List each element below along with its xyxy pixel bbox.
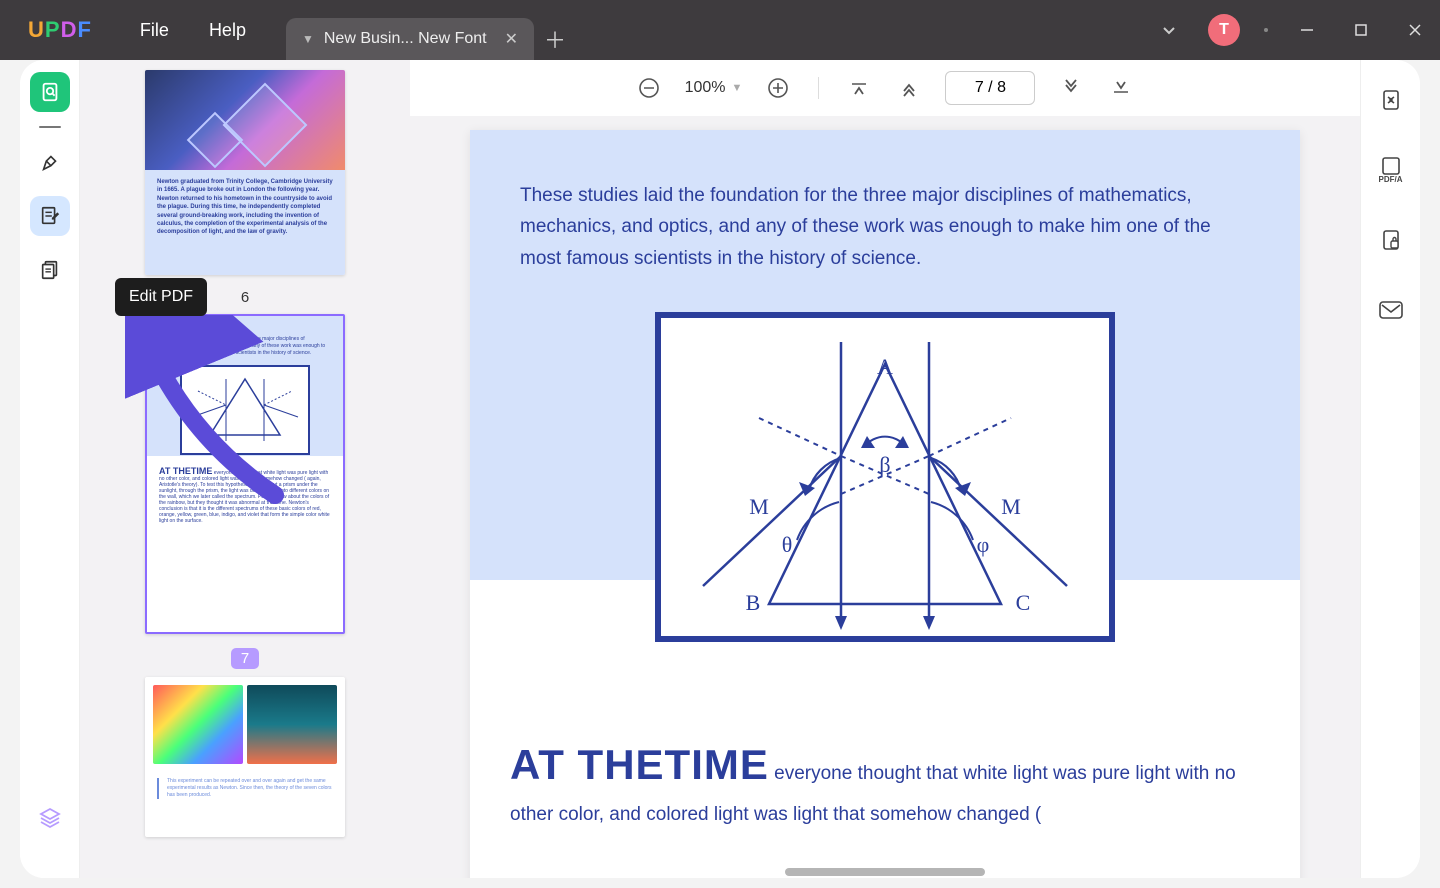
titlebar-right: T (1154, 14, 1430, 46)
diagram-label-c: C (1016, 590, 1031, 615)
zoom-dropdown-icon[interactable]: ▼ (732, 82, 743, 94)
next-page-button[interactable] (1057, 74, 1085, 102)
prism-diagram: A B C M M β θ φ (655, 312, 1115, 642)
menu-file[interactable]: File (140, 20, 169, 41)
titlebar: UPDF File Help ▼ New Busin... New Font ✕… (0, 0, 1440, 60)
left-toolbar (20, 60, 80, 878)
tab-close-icon[interactable]: ✕ (505, 29, 518, 49)
maximize-button[interactable] (1346, 15, 1376, 45)
page-indicator[interactable]: 7 / 8 (945, 71, 1035, 105)
rail-divider (39, 126, 61, 128)
last-page-button[interactable] (1107, 74, 1135, 102)
thumbnail-page-6[interactable]: Newton graduated from Trinity College, C… (145, 70, 345, 275)
horizontal-scrollbar[interactable] (785, 868, 985, 876)
zoom-in-button[interactable] (764, 74, 792, 102)
edit-pdf-button[interactable] (30, 196, 70, 236)
new-tab-button[interactable]: ＋ (534, 18, 576, 60)
convert-button[interactable] (1371, 80, 1411, 120)
right-toolbar: PDF/A (1360, 60, 1420, 878)
pdfa-button[interactable]: PDF/A (1371, 150, 1411, 190)
callout-arrow-icon (125, 315, 295, 515)
heading-at-thetime: AT THETIME (510, 741, 769, 788)
more-icon[interactable] (1264, 28, 1268, 32)
toolbar-divider (818, 77, 819, 99)
highlighter-button[interactable] (30, 142, 70, 182)
page-blue-section: These studies laid the foundation for th… (470, 130, 1300, 580)
diagram-label-theta: θ (782, 532, 793, 557)
tab-dropdown-icon[interactable]: ▼ (302, 32, 314, 46)
menu-help[interactable]: Help (209, 20, 246, 41)
thumbnail-page-8[interactable]: This experiment can be repeated over and… (145, 677, 345, 837)
edit-pdf-tooltip: Edit PDF (115, 278, 207, 316)
share-button[interactable] (1371, 290, 1411, 330)
document-page: These studies laid the foundation for th… (470, 130, 1300, 878)
diagram-label-beta: β (879, 452, 890, 477)
zoom-level[interactable]: 100% ▼ (685, 79, 743, 97)
main-view: 100% ▼ 7 / 8 These s (410, 60, 1360, 878)
close-button[interactable] (1400, 15, 1430, 45)
thumbnail-label-7: 7 (231, 648, 259, 669)
minimize-button[interactable] (1292, 15, 1322, 45)
document-tab[interactable]: ▼ New Busin... New Font ✕ (286, 18, 534, 60)
app-logo: UPDF (0, 17, 120, 43)
prev-page-button[interactable] (895, 74, 923, 102)
diagram-label-phi: φ (977, 532, 990, 557)
thumbnail-label-6: 6 (241, 289, 249, 306)
document-viewport[interactable]: These studies laid the foundation for th… (410, 116, 1360, 878)
main-toolbar: 100% ▼ 7 / 8 (410, 60, 1360, 116)
paragraph-1: These studies laid the foundation for th… (520, 180, 1250, 274)
first-page-button[interactable] (845, 74, 873, 102)
zoom-out-button[interactable] (635, 74, 663, 102)
search-button[interactable] (30, 72, 70, 112)
tab-title: New Busin... New Font (324, 30, 487, 48)
chevron-down-icon[interactable] (1154, 15, 1184, 45)
user-avatar[interactable]: T (1208, 14, 1240, 46)
workspace: Edit PDF Newton graduated from Trinity C… (20, 60, 1420, 878)
tab-bar: ▼ New Busin... New Font ✕ ＋ (286, 0, 576, 60)
diagram-label-m-right: M (1001, 494, 1021, 519)
diagram-label-b: B (746, 590, 761, 615)
organize-pages-button[interactable] (30, 250, 70, 290)
diagram-label-m-left: M (749, 494, 769, 519)
layers-button[interactable] (30, 798, 70, 838)
protect-button[interactable] (1371, 220, 1411, 260)
diagram-label-a: A (877, 354, 893, 379)
main-menu: File Help (140, 20, 246, 41)
